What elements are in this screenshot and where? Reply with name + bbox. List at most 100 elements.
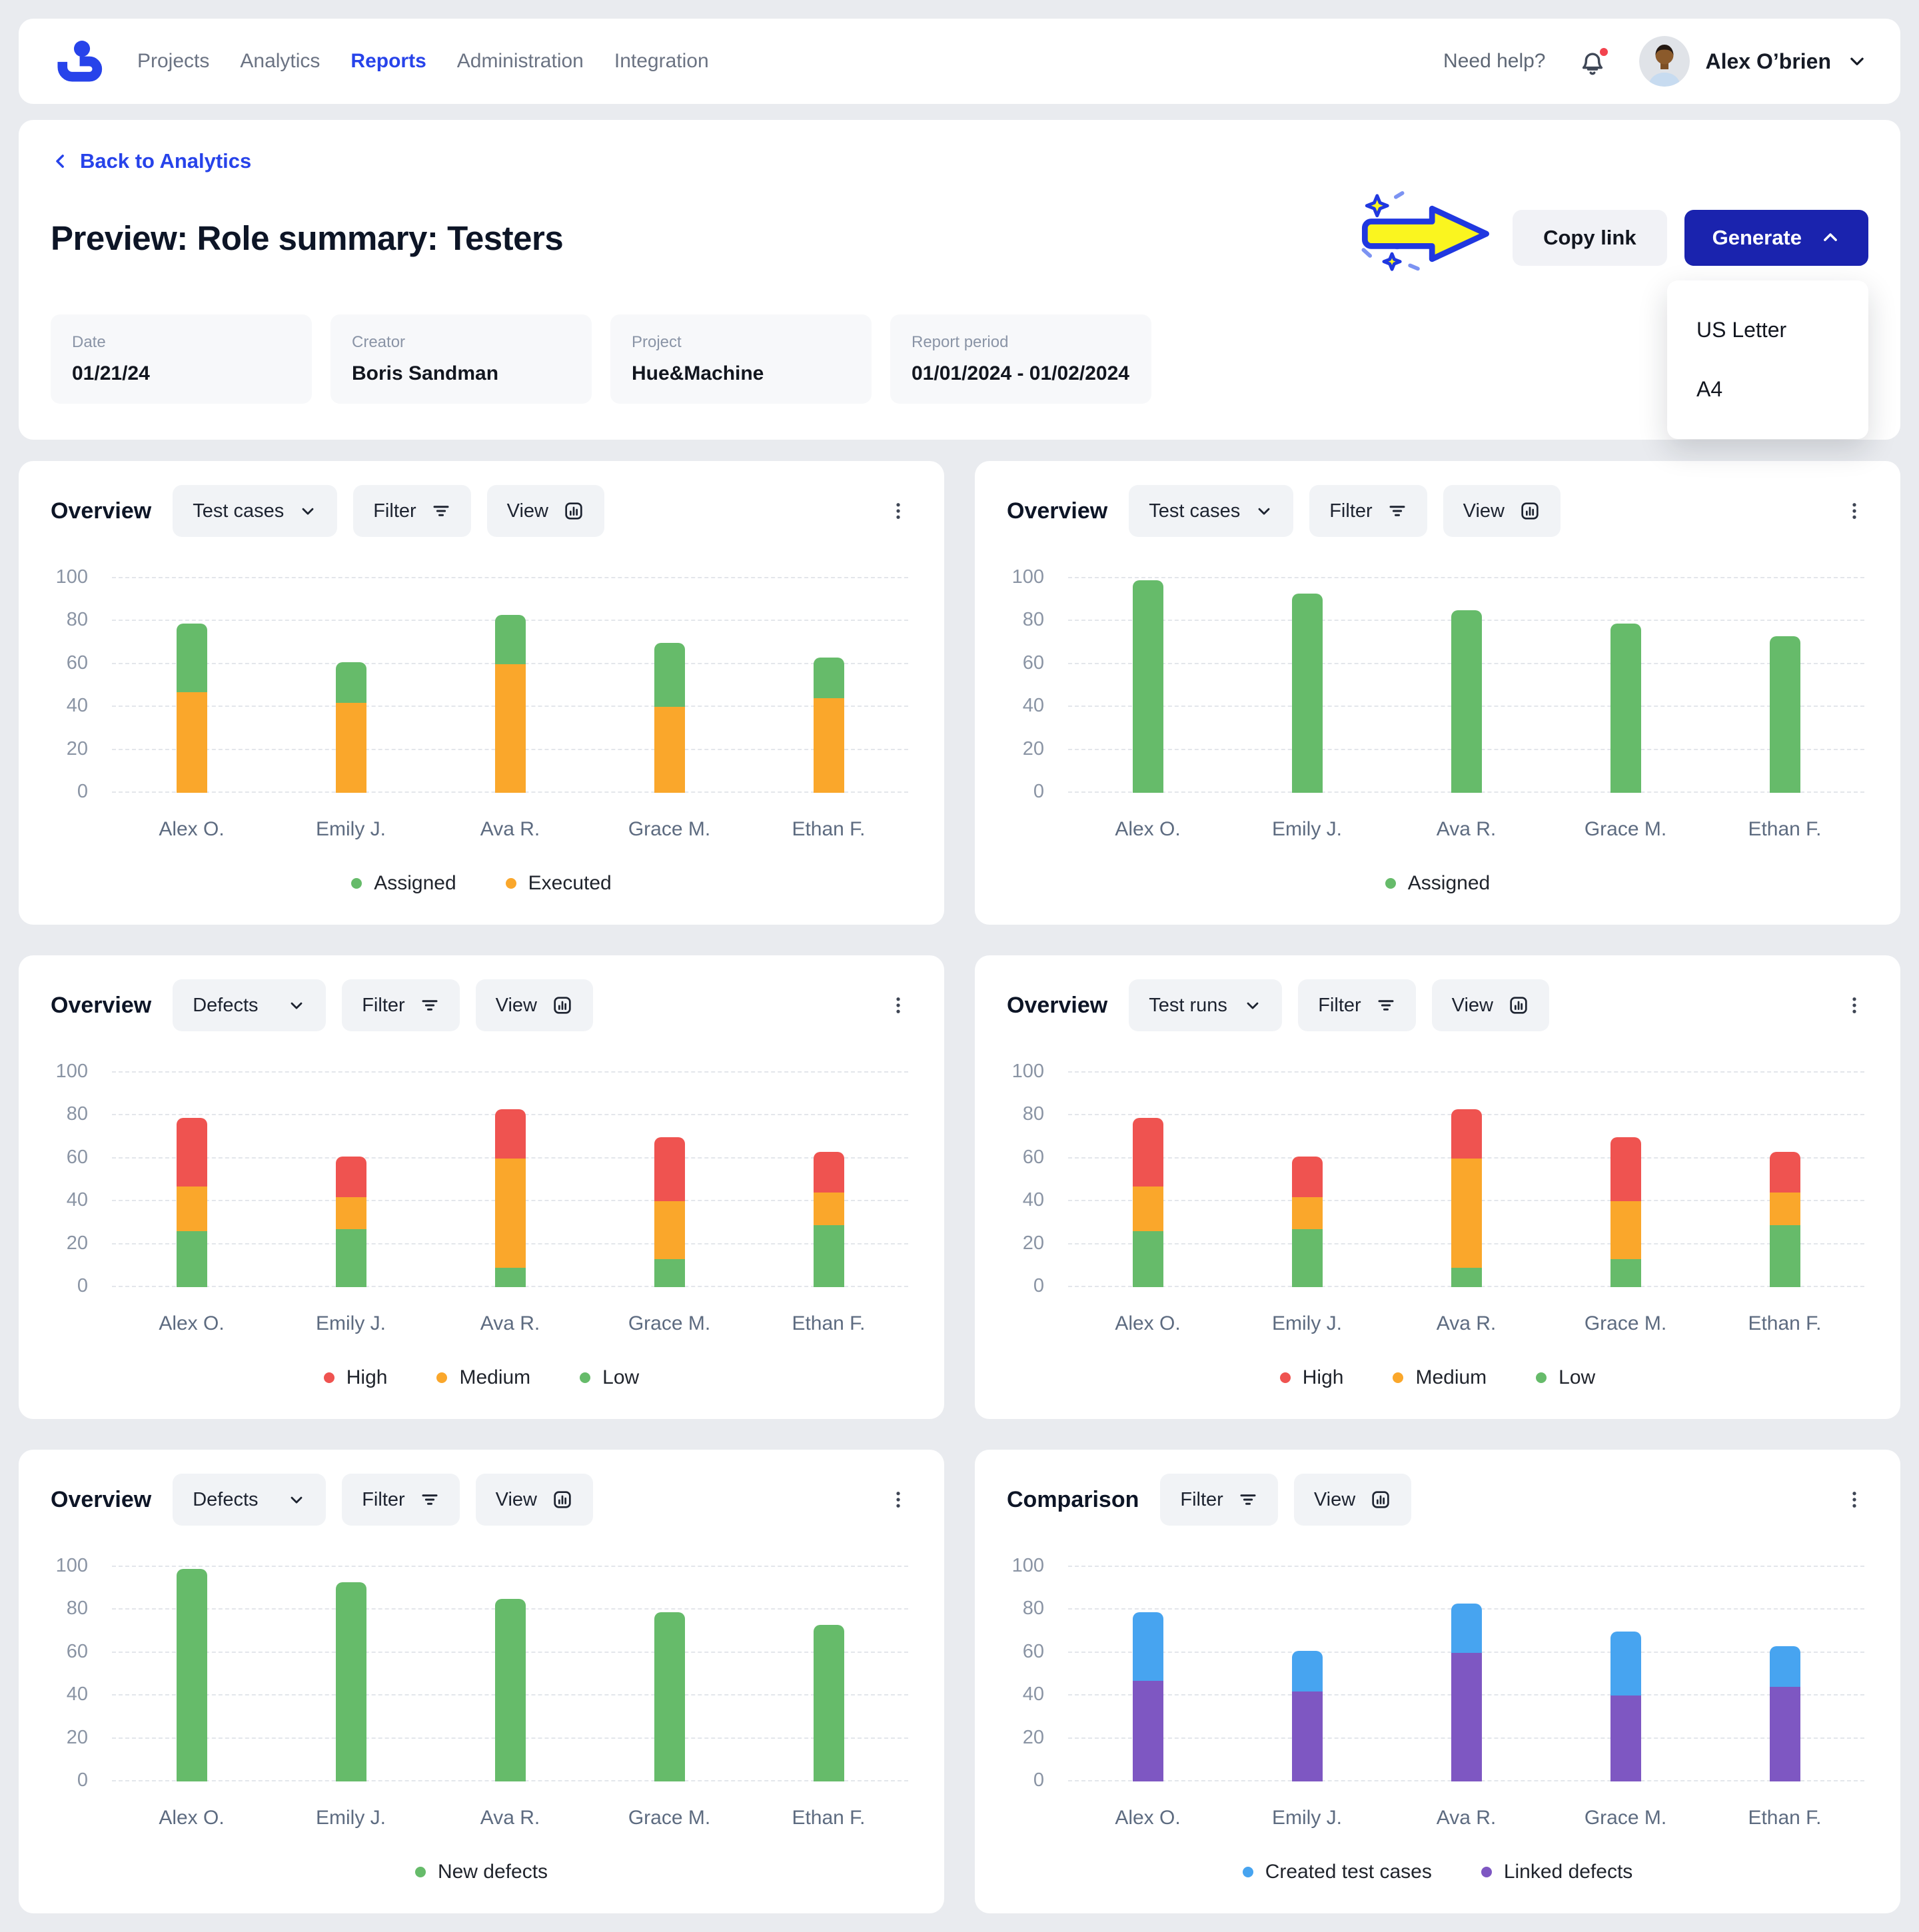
filter-button[interactable]: Filter: [342, 1474, 459, 1526]
category-label: Grace M.: [1546, 1807, 1705, 1829]
arrow-doodle: [1355, 191, 1495, 276]
bar-ethan-f-: [814, 578, 844, 793]
legend-item: Executed: [506, 872, 612, 895]
metric-select[interactable]: Test runs: [1129, 979, 1282, 1031]
user-menu[interactable]: Alex O’brien: [1639, 36, 1868, 87]
view-button[interactable]: View: [1432, 979, 1549, 1031]
bar-segment-medium: [177, 1187, 207, 1232]
category-axis: Alex O.Emily J.Ava R.Grace M.Ethan F.: [1068, 1807, 1864, 1829]
bar-segment-new-defects: [654, 1612, 685, 1781]
kebab-menu-button[interactable]: [1840, 1486, 1868, 1514]
metric-select[interactable]: Defects: [173, 1474, 326, 1526]
kebab-menu-button[interactable]: [1840, 497, 1868, 525]
bar-segment-low: [814, 1225, 844, 1287]
chart-card-1: Overview Test cases Filter View 02: [19, 461, 944, 925]
y-tick-label: 60: [1007, 1641, 1044, 1663]
bars: [112, 1073, 908, 1287]
app-logo[interactable]: [52, 37, 104, 86]
nav-item-projects[interactable]: Projects: [137, 50, 209, 73]
filter-button[interactable]: Filter: [1309, 485, 1427, 537]
view-button[interactable]: View: [476, 979, 593, 1031]
bar-segment-high: [177, 1118, 207, 1187]
chevron-down-icon: [1243, 996, 1262, 1015]
chevron-down-icon: [1847, 51, 1867, 71]
filter-button[interactable]: Filter: [342, 979, 459, 1031]
filter-button[interactable]: Filter: [353, 485, 470, 537]
generate-menu: US Letter A4: [1667, 280, 1868, 439]
nav-item-analytics[interactable]: Analytics: [240, 50, 320, 73]
metric-select-label: Test cases: [1149, 500, 1240, 522]
view-button-label: View: [507, 500, 548, 522]
help-link[interactable]: Need help?: [1443, 50, 1545, 73]
legend-label: Low: [602, 1366, 639, 1389]
y-tick-label: 0: [51, 1769, 88, 1791]
chart-title: Overview: [1007, 993, 1107, 1019]
bar-ava-r-: [495, 578, 526, 793]
nav-item-integration[interactable]: Integration: [614, 50, 709, 73]
bar-slot: [749, 1567, 908, 1781]
legend-dot: [351, 878, 362, 889]
bar-chart-icon: [1508, 995, 1529, 1016]
filter-button[interactable]: Filter: [1160, 1474, 1277, 1526]
menu-item-a4[interactable]: A4: [1696, 377, 1839, 402]
legend-item: Created test cases: [1243, 1861, 1432, 1883]
bar-slot: [1068, 1567, 1227, 1781]
chevron-down-icon: [287, 996, 306, 1015]
y-tick-label: 0: [51, 781, 88, 803]
y-tick-label: 80: [1007, 1103, 1044, 1125]
legend-item: High: [1280, 1366, 1344, 1389]
legend-label: Created test cases: [1265, 1861, 1432, 1883]
bar-segment-assigned: [1451, 610, 1482, 793]
legend-label: High: [346, 1366, 388, 1389]
legend-item: Assigned: [351, 872, 456, 895]
menu-item-us-letter[interactable]: US Letter: [1696, 318, 1839, 342]
view-button[interactable]: View: [1294, 1474, 1411, 1526]
meta-label: Report period: [912, 333, 1130, 352]
kebab-menu-button[interactable]: [1840, 991, 1868, 1019]
generate-button[interactable]: Generate: [1684, 210, 1868, 266]
metric-select[interactable]: Test cases: [1129, 485, 1293, 537]
bar-segment-new-defects: [336, 1582, 366, 1781]
kebab-menu-button[interactable]: [884, 991, 912, 1019]
view-button[interactable]: View: [487, 485, 604, 537]
view-button[interactable]: View: [476, 1474, 593, 1526]
back-link[interactable]: Back to Analytics: [51, 149, 251, 173]
bar-alex-o-: [1133, 1567, 1163, 1781]
chart-card-header: Overview Test cases Filter View: [51, 485, 912, 537]
category-label: Emily J.: [1227, 818, 1387, 841]
legend-label: Executed: [528, 872, 612, 895]
y-tick-label: 40: [1007, 695, 1044, 717]
bar-grace-m-: [654, 578, 685, 793]
view-button[interactable]: View: [1443, 485, 1561, 537]
kebab-menu-button[interactable]: [884, 497, 912, 525]
chart-legend: HighMediumLow: [1007, 1366, 1868, 1390]
kebab-menu-button[interactable]: [884, 1486, 912, 1514]
nav-item-administration[interactable]: Administration: [457, 50, 584, 73]
y-tick-label: 80: [51, 609, 88, 631]
y-tick-label: 0: [1007, 781, 1044, 803]
notification-badge: [1597, 45, 1610, 59]
chart-card-header: Overview Test runs Filter View: [1007, 979, 1868, 1031]
legend-label: Assigned: [374, 872, 456, 895]
metric-select[interactable]: Defects: [173, 979, 326, 1031]
bar-segment-linked-defects: [1292, 1691, 1323, 1781]
bar-emily-j-: [1292, 1073, 1323, 1287]
metric-select[interactable]: Test cases: [173, 485, 337, 537]
bar-grace-m-: [654, 1567, 685, 1781]
bar-ethan-f-: [814, 1073, 844, 1287]
notifications-button[interactable]: [1577, 45, 1608, 77]
meta-label: Date: [72, 333, 291, 352]
bar-slot: [1705, 578, 1864, 793]
legend-item: Linked defects: [1481, 1861, 1632, 1883]
legend-label: Medium: [1415, 1366, 1487, 1389]
filter-icon: [1238, 1490, 1258, 1510]
filter-button[interactable]: Filter: [1298, 979, 1415, 1031]
kebab-icon: [888, 1490, 908, 1510]
metric-select-label: Defects: [193, 995, 258, 1017]
copy-link-button[interactable]: Copy link: [1513, 210, 1667, 266]
category-label: Grace M.: [590, 818, 749, 841]
bar-segment-linked-defects: [1133, 1681, 1163, 1781]
y-tick-label: 20: [51, 1232, 88, 1254]
nav-item-reports[interactable]: Reports: [350, 50, 426, 73]
y-tick-label: 100: [51, 1555, 88, 1577]
